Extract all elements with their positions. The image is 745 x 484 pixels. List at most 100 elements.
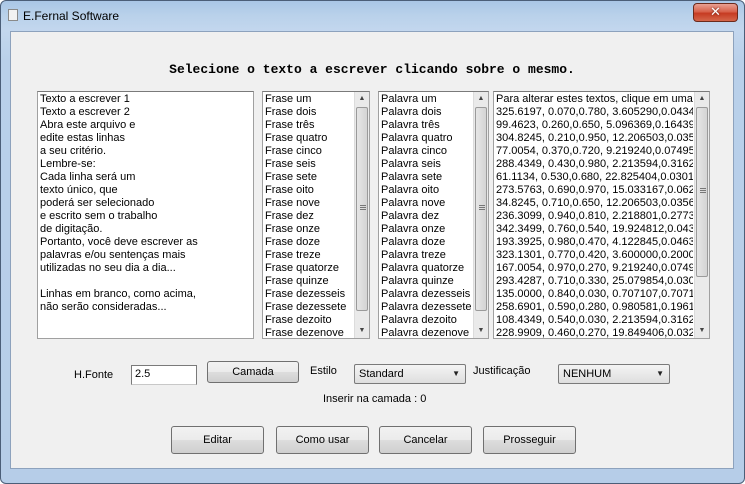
frases-scrollbar[interactable]: ▲ ▼ — [354, 92, 369, 338]
list-item[interactable]: Frase quatorze — [265, 262, 353, 275]
list-item[interactable]: Frase dois — [265, 106, 353, 119]
list-item[interactable]: poderá ser selecionado — [40, 197, 251, 210]
list-item[interactable]: a seu critério. — [40, 145, 251, 158]
list-item[interactable]: Abra este arquivo e — [40, 119, 251, 132]
list-item[interactable]: Frase onze — [265, 223, 353, 236]
list-item[interactable]: Frase doze — [265, 236, 353, 249]
list-item[interactable]: 323.1301, 0.770,0.420, 3.600000,0.2000 — [496, 249, 693, 262]
list-item[interactable]: Palavra doze — [381, 236, 472, 249]
list-item[interactable]: Palavra dez — [381, 210, 472, 223]
palavras-scrollbar[interactable]: ▲ ▼ — [473, 92, 488, 338]
close-button[interactable]: ✕ — [693, 3, 738, 22]
scroll-thumb[interactable] — [696, 107, 708, 277]
list-item[interactable]: Palavra quatro — [381, 132, 472, 145]
list-item[interactable]: 77.0054, 0.370,0.720, 9.219240,0.07495 — [496, 145, 693, 158]
numeros-scrollbar[interactable]: ▲ ▼ — [694, 92, 709, 338]
list-item[interactable]: texto único, que — [40, 184, 251, 197]
justificacao-select[interactable]: NENHUM ▼ — [558, 364, 670, 384]
list-item[interactable]: Palavra sete — [381, 171, 472, 184]
text-listbox[interactable]: Texto a escrever 1 Texto a escrever 2 Abra… — [37, 91, 254, 339]
list-item[interactable]: Frase três — [265, 119, 353, 132]
list-item[interactable]: utilizadas no seu dia a dia... — [40, 262, 251, 275]
list-item[interactable]: 99.4623, 0.260,0.650, 5.096369,0.16439 — [496, 119, 693, 132]
list-item[interactable]: Frase sete — [265, 171, 353, 184]
list-item[interactable]: Frase cinco — [265, 145, 353, 158]
list-item[interactable]: 61.1134, 0.530,0.680, 22.825404,0.0301 — [496, 171, 693, 184]
list-item[interactable]: Palavra dezenove — [381, 327, 472, 338]
list-item[interactable]: Palavra cinco — [381, 145, 472, 158]
list-item[interactable]: não serão consideradas... — [40, 301, 251, 314]
scroll-up-icon[interactable]: ▲ — [474, 92, 488, 106]
list-item[interactable]: Frase quinze — [265, 275, 353, 288]
hfonte-input[interactable]: 2.5 — [131, 365, 197, 385]
list-item[interactable]: 342.3499, 0.760,0.540, 19.924812,0.043 — [496, 223, 693, 236]
palavras-listbox[interactable]: Palavra um Palavra dois Palavra três Palavr… — [378, 91, 489, 339]
list-item[interactable]: 108.4349, 0.540,0.030, 2.213594,0.3162 — [496, 314, 693, 327]
list-item[interactable]: Palavra nove — [381, 197, 472, 210]
list-item[interactable]: Palavra oito — [381, 184, 472, 197]
list-item[interactable]: Frase oito — [265, 184, 353, 197]
scroll-up-icon[interactable]: ▲ — [695, 92, 709, 106]
list-item[interactable]: 34.8245, 0.710,0.650, 12.206503,0.0356 — [496, 197, 693, 210]
list-item[interactable]: 167.0054, 0.970,0.270, 9.219240,0.0749 — [496, 262, 693, 275]
list-item[interactable]: Palavra treze — [381, 249, 472, 262]
list-item[interactable]: Frase dezenove — [265, 327, 353, 338]
estilo-select[interactable]: Standard ▼ — [354, 364, 466, 384]
list-item[interactable]: Palavra dezessete — [381, 301, 472, 314]
list-item[interactable]: Texto a escrever 2 — [40, 106, 251, 119]
list-item[interactable]: Texto a escrever 1 — [40, 93, 251, 106]
list-item[interactable]: Frase seis — [265, 158, 353, 171]
prosseguir-button[interactable]: Prosseguir — [483, 426, 576, 454]
scroll-thumb[interactable] — [356, 107, 368, 311]
scroll-down-icon[interactable]: ▼ — [695, 324, 709, 338]
camada-button[interactable]: Camada — [207, 361, 299, 383]
list-item[interactable]: Lembre-se: — [40, 158, 251, 171]
list-item[interactable] — [40, 275, 251, 288]
list-item[interactable]: Palavra dezoito — [381, 314, 472, 327]
list-item[interactable]: edite estas linhas — [40, 132, 251, 145]
list-item[interactable]: Frase dezoito — [265, 314, 353, 327]
list-item[interactable]: 304.8245, 0.210,0.950, 12.206503,0.035 — [496, 132, 693, 145]
list-item[interactable]: 288.4349, 0.430,0.980, 2.213594,0.3162 — [496, 158, 693, 171]
list-item[interactable]: 258.6901, 0.590,0.280, 0.980581,0.1961 — [496, 301, 693, 314]
list-item[interactable]: Frase quatro — [265, 132, 353, 145]
list-item[interactable]: Palavra quatorze — [381, 262, 472, 275]
scroll-down-icon[interactable]: ▼ — [355, 324, 369, 338]
list-item[interactable]: Para alterar estes textos, clique em uma… — [496, 93, 693, 106]
como-usar-button[interactable]: Como usar — [276, 426, 369, 454]
list-item[interactable]: Frase treze — [265, 249, 353, 262]
list-item[interactable]: 293.4287, 0.710,0.330, 25.079854,0.030 — [496, 275, 693, 288]
list-item[interactable]: Palavra três — [381, 119, 472, 132]
list-item[interactable]: Palavra um — [381, 93, 472, 106]
editar-button[interactable]: Editar — [171, 426, 264, 454]
list-item[interactable]: Frase nove — [265, 197, 353, 210]
list-item[interactable]: Palavra dezesseis — [381, 288, 472, 301]
list-item[interactable]: Frase um — [265, 93, 353, 106]
list-item[interactable]: Palavra seis — [381, 158, 472, 171]
list-item[interactable]: 228.9909, 0.460,0.270, 19.849406,0.032 — [496, 327, 693, 338]
list-item[interactable]: Linhas em branco, como acima, — [40, 288, 251, 301]
list-item[interactable]: palavras e/ou sentenças mais — [40, 249, 251, 262]
list-item[interactable]: 236.3099, 0.940,0.810, 2.218801,0.2773 — [496, 210, 693, 223]
frases-listbox[interactable]: Frase um Frase dois Frase três Frase quatro… — [262, 91, 370, 339]
list-item[interactable]: Frase dezesseis — [265, 288, 353, 301]
list-item[interactable]: e escrito sem o trabalho — [40, 210, 251, 223]
list-item[interactable]: Palavra dois — [381, 106, 472, 119]
list-item[interactable]: Frase dezessete — [265, 301, 353, 314]
list-item[interactable]: Frase dez — [265, 210, 353, 223]
list-item[interactable]: Palavra onze — [381, 223, 472, 236]
list-item[interactable]: Portanto, você deve escrever as — [40, 236, 251, 249]
list-item[interactable]: 325.6197, 0.070,0.780, 3.605290,0.0434 — [496, 106, 693, 119]
scroll-up-icon[interactable]: ▲ — [355, 92, 369, 106]
list-item[interactable]: 135.0000, 0.840,0.030, 0.707107,0.7071 — [496, 288, 693, 301]
scroll-down-icon[interactable]: ▼ — [474, 324, 488, 338]
cancelar-button[interactable]: Cancelar — [379, 426, 472, 454]
numeros-listbox[interactable]: Para alterar estes textos, clique em uma… — [493, 91, 710, 339]
list-item[interactable]: Cada linha será um — [40, 171, 251, 184]
title-bar[interactable]: E.Fernal Software ✕ — [1, 1, 744, 31]
list-item[interactable]: Palavra quinze — [381, 275, 472, 288]
list-item[interactable]: de digitação. — [40, 223, 251, 236]
scroll-thumb[interactable] — [475, 107, 487, 311]
list-item[interactable]: 273.5763, 0.690,0.970, 15.033167,0.062 — [496, 184, 693, 197]
list-item[interactable]: 193.3925, 0.980,0.470, 4.122845,0.0463 — [496, 236, 693, 249]
